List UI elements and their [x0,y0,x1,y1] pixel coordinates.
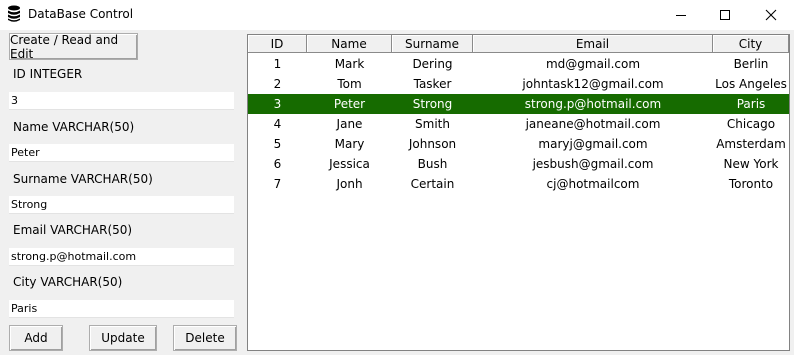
cell-name: Mark [334,57,365,71]
cell-id: 6 [273,157,282,171]
table-row[interactable]: 6 Jessica Bush jesbush@gmail.com New Yor… [248,154,789,174]
create-read-edit-button[interactable]: Create / Read and Edit [9,33,138,61]
cell-email: md@gmail.com [545,57,641,71]
cell-city: Paris [736,97,766,111]
id-input[interactable] [9,92,234,110]
close-icon [765,9,777,21]
cell-id: 7 [273,177,282,191]
cell-surname: Bush [417,157,448,171]
cell-email: maryj@gmail.com [538,137,648,151]
cell-surname: Strong [412,97,453,111]
title-bar: DataBase Control [0,0,794,30]
column-header-id[interactable]: ID [248,35,307,53]
cell-name: Jane [336,117,363,131]
cell-city: Los Angeles [715,77,787,91]
minimize-button[interactable] [658,0,704,30]
database-icon [7,5,21,23]
maximize-icon [720,10,730,20]
cell-city: Amsterdam [716,137,786,151]
surname-input[interactable] [9,196,234,214]
name-label: Name VARCHAR(50) [13,120,135,134]
cell-name: Jessica [329,157,370,171]
cell-surname: Tasker [413,77,452,91]
column-header-surname[interactable]: Surname [392,35,473,53]
table-row-selected[interactable]: 3 Peter Strong strong.p@hotmail.com Pari… [248,94,789,114]
table-row[interactable]: 1 Mark Dering md@gmail.com Berlin [248,54,789,74]
window-title: DataBase Control [28,7,134,21]
cell-surname: Johnson [408,137,457,151]
delete-button[interactable]: Delete [173,325,237,351]
maximize-button[interactable] [702,0,748,30]
cell-city: Chicago [726,117,776,131]
cell-name: Jonh [336,177,363,191]
update-button[interactable]: Update [89,325,157,351]
minimize-icon [676,14,686,16]
cell-email: jesbush@gmail.com [532,157,654,171]
cell-surname: Dering [412,57,453,71]
cell-email: johntask12@gmail.com [522,77,664,91]
cell-surname: Certain [410,177,455,191]
cell-city: New York [723,157,779,171]
id-label: ID INTEGER [13,67,83,81]
records-table[interactable]: ID Name Surname Email City 1 Mark Dering… [247,34,790,351]
cell-id: 4 [273,117,282,131]
table-row[interactable]: 2 Tom Tasker johntask12@gmail.com Los An… [248,74,789,94]
column-header-email[interactable]: Email [473,35,713,53]
cell-id: 5 [273,137,282,151]
cell-surname: Smith [415,117,450,131]
email-label: Email VARCHAR(50) [13,223,133,237]
city-input[interactable] [9,300,234,318]
cell-name: Peter [333,97,366,111]
cell-id: 3 [273,97,282,111]
column-header-name[interactable]: Name [307,35,392,53]
cell-id: 2 [273,77,282,91]
close-button[interactable] [748,0,794,30]
table-row[interactable]: 7 Jonh Certain cj@hotmailcom Toronto [248,174,789,194]
name-input[interactable] [9,144,234,162]
cell-email: janeane@hotmail.com [525,117,661,131]
cell-name: Tom [337,77,362,91]
table-row[interactable]: 5 Mary Johnson maryj@gmail.com Amsterdam [248,134,789,154]
column-header-city[interactable]: City [713,35,789,53]
email-input[interactable] [9,248,234,266]
add-button[interactable]: Add [9,325,63,351]
cell-city: Berlin [733,57,769,71]
cell-city: Toronto [728,177,774,191]
cell-id: 1 [273,57,282,71]
table-header: ID Name Surname Email City [248,35,789,53]
table-row[interactable]: 4 Jane Smith janeane@hotmail.com Chicago [248,114,789,134]
cell-name: Mary [334,137,365,151]
city-label: City VARCHAR(50) [13,275,123,289]
surname-label: Surname VARCHAR(50) [13,172,153,186]
cell-email: strong.p@hotmail.com [524,97,662,111]
cell-email: cj@hotmailcom [546,177,640,191]
